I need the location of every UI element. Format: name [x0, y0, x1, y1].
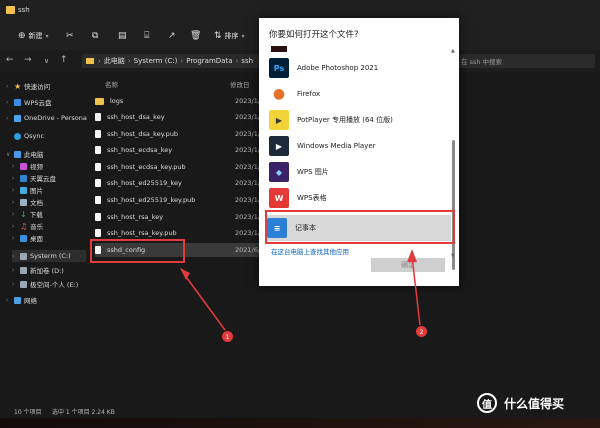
brand-logo-icon: 值 — [477, 393, 497, 413]
brand-watermark: 什么值得买 — [504, 397, 565, 411]
arrowhead-1 — [180, 268, 190, 280]
annotation-badge-1: 1 — [222, 331, 233, 342]
arrow-line-2 — [411, 255, 421, 326]
arrowhead-2 — [407, 249, 417, 262]
arrow-line-1 — [183, 273, 226, 331]
annotation-arrows — [180, 249, 421, 331]
annotation-badge-2: 2 — [416, 326, 427, 337]
